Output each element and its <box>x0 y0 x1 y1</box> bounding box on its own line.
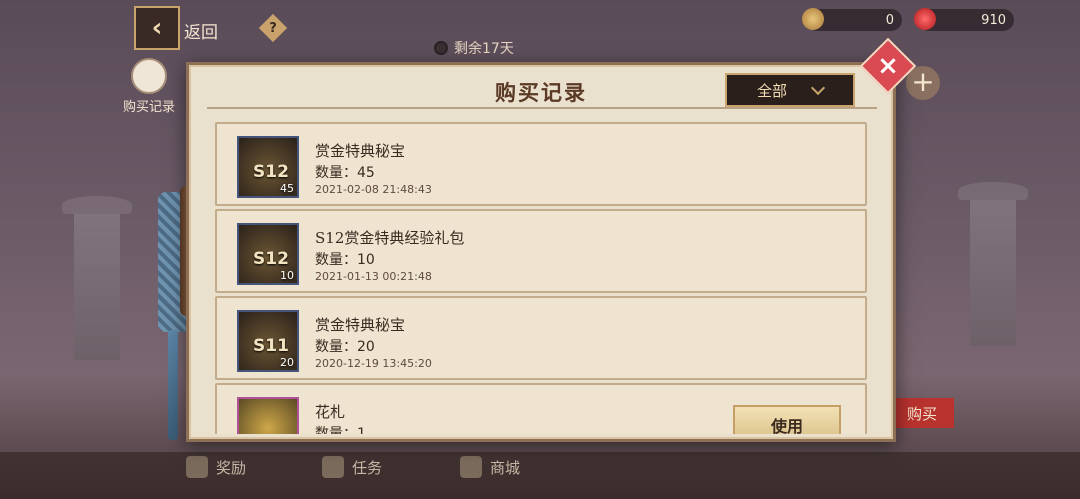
item-date: 2020-12-19 13:45:20 <box>315 357 432 370</box>
item-quantity: 数量：10 <box>315 252 375 268</box>
nav-rewards[interactable]: 奖励 <box>186 456 246 478</box>
nav-shop-label: 商城 <box>490 458 521 477</box>
item-season-tag: S12 <box>253 162 289 182</box>
item-date: 2021-01-13 00:21:48 <box>315 270 432 283</box>
list-item: S11 20 赏金特典秘宝 数量：20 2020-12-19 13:45:20 <box>215 296 867 380</box>
close-icon: × <box>877 51 899 81</box>
record-avatar-icon <box>131 58 167 94</box>
jade-value: 910 <box>981 12 1006 28</box>
exp-gift-bag-icon[interactable]: S12 10 <box>237 223 299 285</box>
hanafuda-card-icon[interactable] <box>237 397 299 434</box>
jade-icon <box>914 8 936 30</box>
use-button[interactable]: 使用 <box>733 405 841 434</box>
remaining-label: 剩余17天 <box>454 41 514 57</box>
item-season-tag: S11 <box>253 336 289 356</box>
bg-lantern-right <box>958 182 1028 346</box>
buy-button[interactable]: 购买 <box>890 398 954 428</box>
chevron-down-icon <box>810 80 826 96</box>
clock-icon <box>434 41 448 55</box>
item-icon-count: 10 <box>280 269 294 282</box>
item-date: 2021-02-08 21:48:43 <box>315 183 432 196</box>
purchase-record-entry[interactable]: 购买记录 <box>116 58 182 115</box>
bottom-nav <box>0 452 1080 499</box>
item-quantity: 数量：1 <box>315 426 366 434</box>
list-item: S12 45 赏金特典秘宝 数量：45 2021-02-08 21:48:43 <box>215 122 867 206</box>
list-item: S12 10 S12赏金特典经验礼包 数量：10 2021-01-13 00:2… <box>215 209 867 293</box>
jade-currency: 910 <box>914 8 1014 31</box>
item-quantity: 数量：45 <box>315 165 375 181</box>
back-label[interactable]: 返回 <box>184 18 218 43</box>
treasure-box-icon[interactable]: S12 45 <box>237 136 299 198</box>
item-name: 花札 <box>315 403 346 421</box>
list-item: 花札 数量：1 使用 <box>215 383 867 434</box>
filter-dropdown[interactable]: 全部 <box>725 73 855 107</box>
filter-selected: 全部 <box>756 81 787 100</box>
nav-shop[interactable]: 商城 <box>460 456 520 478</box>
item-season-tag: S12 <box>253 249 289 269</box>
shop-icon <box>460 456 482 478</box>
purchase-record-label: 购买记录 <box>122 100 175 115</box>
help-icon[interactable]: ? <box>258 13 288 43</box>
record-list[interactable]: S12 45 赏金特典秘宝 数量：45 2021-02-08 21:48:43 … <box>215 122 871 434</box>
treasure-box-icon[interactable]: S11 20 <box>237 310 299 372</box>
remaining-time: 剩余17天 <box>434 38 514 58</box>
gift-icon <box>186 456 208 478</box>
coin-icon <box>802 8 824 30</box>
bg-lantern-left <box>62 196 132 360</box>
item-name: 赏金特典秘宝 <box>315 316 406 334</box>
coin-currency: 0 <box>802 8 902 31</box>
title-divider <box>207 107 877 109</box>
nav-tasks-label: 任务 <box>352 458 383 477</box>
item-quantity: 数量：20 <box>315 339 375 355</box>
task-icon <box>322 456 344 478</box>
item-icon-count: 20 <box>280 356 294 369</box>
back-button[interactable]: ‹ <box>134 6 180 50</box>
item-name: 赏金特典秘宝 <box>315 142 406 160</box>
back-arrow-icon: ‹ <box>151 13 163 43</box>
item-name: S12赏金特典经验礼包 <box>315 229 465 247</box>
nav-rewards-label: 奖励 <box>216 458 247 477</box>
coin-value: 0 <box>885 12 894 28</box>
purchase-record-dialog: 购买记录 全部 S12 45 赏金特典秘宝 数量：45 2021-02-08 2… <box>186 62 896 442</box>
item-icon-count: 45 <box>280 182 294 195</box>
nav-tasks[interactable]: 任务 <box>322 456 382 478</box>
scroll-tassel-tail <box>168 330 178 440</box>
